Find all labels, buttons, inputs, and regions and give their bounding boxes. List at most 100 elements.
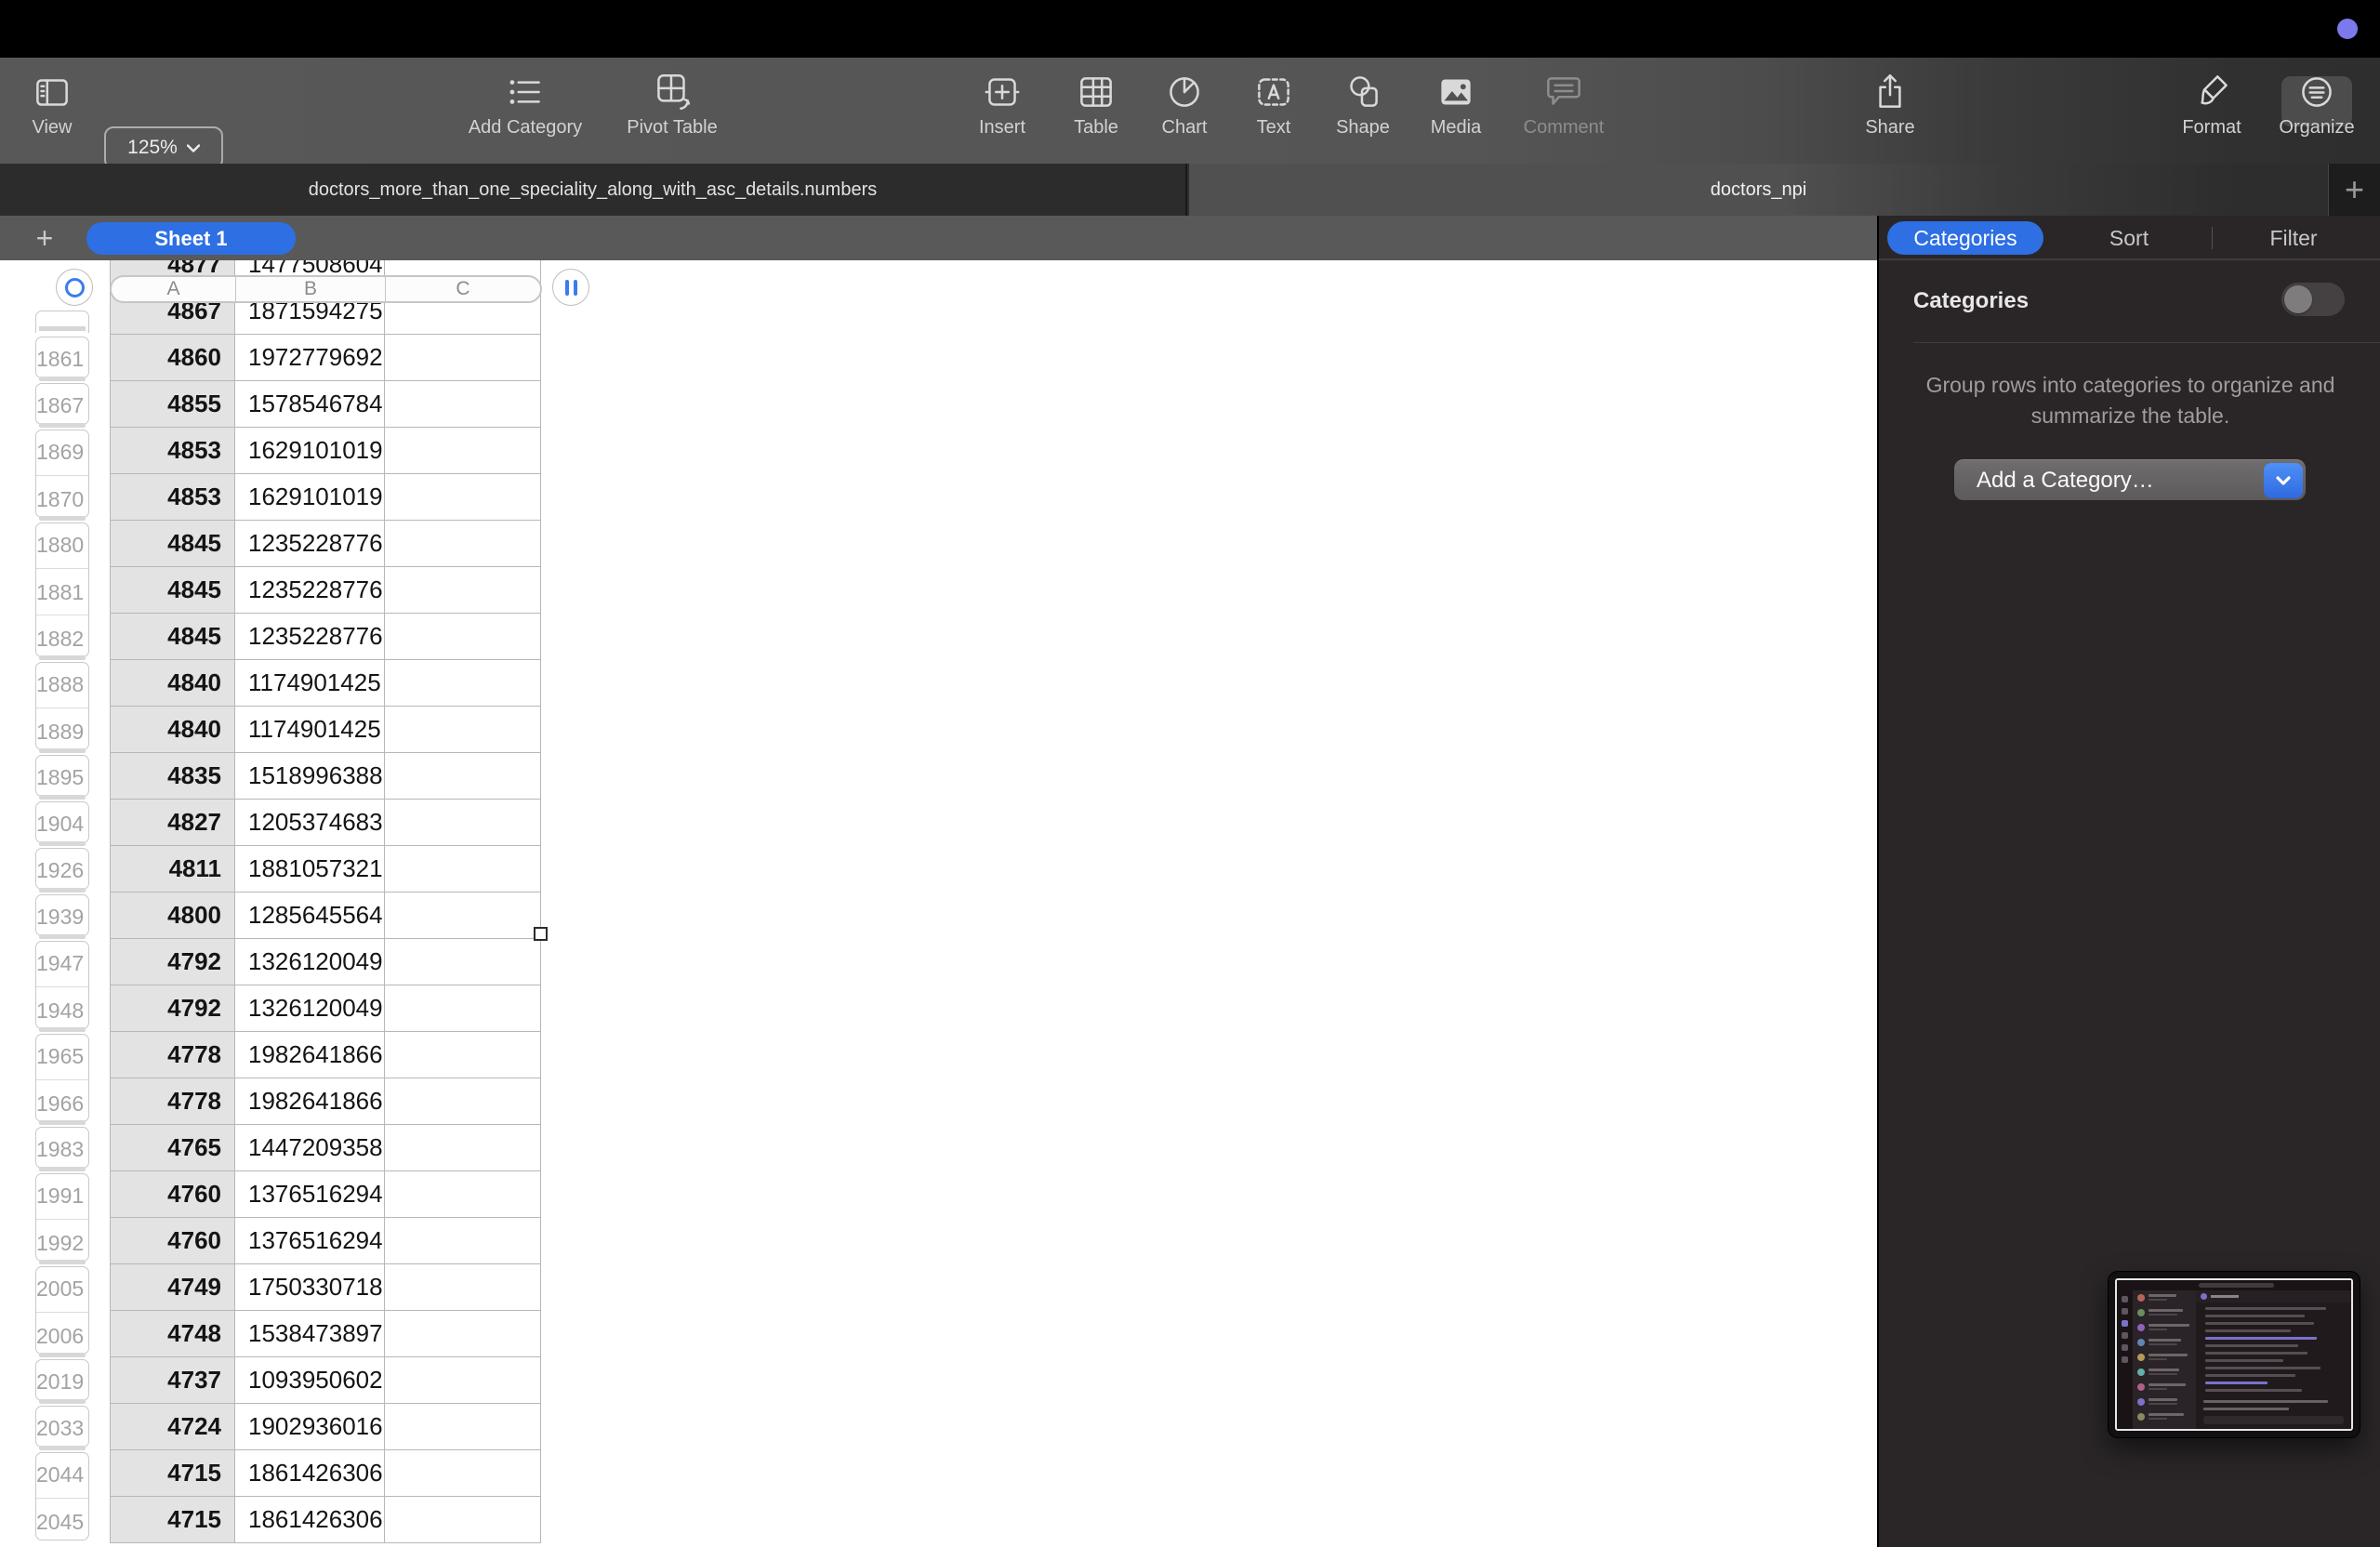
cell-c[interactable] xyxy=(385,1497,541,1543)
cell-b[interactable]: 1093950602 xyxy=(235,1357,385,1404)
cell-c[interactable] xyxy=(385,892,541,939)
cell-a[interactable]: 4748 xyxy=(110,1311,235,1357)
tab-doctors-npi[interactable]: doctors_npi xyxy=(1189,164,2328,216)
cell-a[interactable]: 4724 xyxy=(110,1404,235,1450)
cell-c[interactable] xyxy=(385,985,541,1032)
add-sheet-button[interactable]: + xyxy=(26,219,63,257)
share-button[interactable]: Share xyxy=(1816,69,1964,139)
table-select-handle[interactable] xyxy=(56,269,93,306)
cell-a[interactable]: 4840 xyxy=(110,707,235,753)
cell-a[interactable]: 4792 xyxy=(110,985,235,1032)
cell-a[interactable]: 4760 xyxy=(110,1171,235,1218)
row-number[interactable]: 1882 xyxy=(36,615,88,656)
cell-a[interactable]: 4845 xyxy=(110,521,235,567)
cell-c[interactable] xyxy=(385,1078,541,1125)
cell-a[interactable]: 4827 xyxy=(110,800,235,846)
cell-c[interactable] xyxy=(385,707,541,753)
cell-b[interactable]: 1285645564 xyxy=(235,892,385,939)
row-number[interactable]: 2006 xyxy=(36,1312,88,1354)
tab-sort[interactable]: Sort xyxy=(2055,221,2203,255)
row-number[interactable]: 1965 xyxy=(36,1035,88,1079)
cell-c[interactable] xyxy=(385,1357,541,1404)
pivot-table-button[interactable]: Pivot Table xyxy=(598,69,747,139)
row-number[interactable]: 1904 xyxy=(36,802,88,842)
cell-c[interactable] xyxy=(385,1032,541,1078)
categories-toggle[interactable] xyxy=(2281,283,2345,316)
table-resize-handle[interactable] xyxy=(534,927,548,941)
cell-b[interactable]: 1629101019 xyxy=(235,428,385,474)
cell-c[interactable] xyxy=(385,660,541,707)
cell-b[interactable]: 1326120049 xyxy=(235,939,385,985)
cell-c[interactable] xyxy=(385,1404,541,1450)
row-number[interactable]: 2044 xyxy=(36,1453,88,1498)
row-number[interactable]: 1870 xyxy=(36,475,88,517)
cell-b[interactable]: 1861426306 xyxy=(235,1497,385,1543)
cell-c[interactable] xyxy=(385,567,541,614)
cell-a[interactable]: 4715 xyxy=(110,1450,235,1497)
cell-b[interactable]: 1902936016 xyxy=(235,1404,385,1450)
cell-a[interactable]: 4778 xyxy=(110,1032,235,1078)
cell-b[interactable]: 1235228776 xyxy=(235,567,385,614)
add-category-dropdown[interactable]: Add a Category… xyxy=(1954,459,2306,500)
cell-a[interactable]: 4853 xyxy=(110,474,235,521)
cell-b[interactable]: 1982641866 xyxy=(235,1078,385,1125)
cell-a[interactable]: 4853 xyxy=(110,428,235,474)
cell-c[interactable] xyxy=(385,1218,541,1264)
cell-a[interactable]: 4840 xyxy=(110,660,235,707)
row-number[interactable]: 1881 xyxy=(36,568,88,615)
row-number[interactable]: 1991 xyxy=(36,1174,88,1219)
cell-a[interactable]: 4737 xyxy=(110,1357,235,1404)
cell-a[interactable]: 4860 xyxy=(110,335,235,381)
row-number[interactable]: 1966 xyxy=(36,1079,88,1121)
row-number[interactable]: 2019 xyxy=(36,1360,88,1400)
cell-a[interactable]: 4835 xyxy=(110,753,235,800)
cell-c[interactable] xyxy=(385,753,541,800)
row-number[interactable]: 1948 xyxy=(36,986,88,1028)
column-header-B[interactable]: B xyxy=(236,277,386,301)
cell-c[interactable] xyxy=(385,614,541,660)
row-number[interactable]: 1947 xyxy=(36,942,88,986)
cell-c[interactable] xyxy=(385,939,541,985)
row-number[interactable]: 1888 xyxy=(36,663,88,707)
cell-b[interactable]: 1326120049 xyxy=(235,985,385,1032)
row-number[interactable]: 1992 xyxy=(36,1219,88,1261)
cell-c[interactable] xyxy=(385,474,541,521)
organize-button[interactable]: Organize xyxy=(2242,69,2380,139)
cell-c[interactable] xyxy=(385,381,541,428)
tab-categories[interactable]: Categories xyxy=(1887,221,2043,255)
new-tab-button[interactable]: + xyxy=(2328,164,2380,216)
row-number[interactable]: 1880 xyxy=(36,523,88,568)
cell-c[interactable] xyxy=(385,335,541,381)
row-number[interactable]: 1895 xyxy=(36,756,88,796)
row-number[interactable]: 1869 xyxy=(36,430,88,475)
window-preview-thumbnail[interactable] xyxy=(2109,1272,2360,1437)
cell-a[interactable]: 4845 xyxy=(110,567,235,614)
cell-b[interactable]: 1235228776 xyxy=(235,614,385,660)
cell-b[interactable]: 1578546784 xyxy=(235,381,385,428)
cell-a[interactable]: 4760 xyxy=(110,1218,235,1264)
cell-b[interactable]: 1982641866 xyxy=(235,1032,385,1078)
cell-b[interactable]: 1376516294 xyxy=(235,1218,385,1264)
cell-a[interactable]: 4811 xyxy=(110,846,235,892)
tab-doctors-more-than-one-speciality[interactable]: doctors_more_than_one_speciality_along_w… xyxy=(0,164,1187,216)
cell-a[interactable]: 4855 xyxy=(110,381,235,428)
cell-c[interactable] xyxy=(385,1450,541,1497)
row-number[interactable]: 1939 xyxy=(36,895,88,935)
sheet-tab-sheet1[interactable]: Sheet 1 xyxy=(86,222,296,255)
column-header-bar[interactable]: ABC xyxy=(110,275,542,303)
cell-c[interactable] xyxy=(385,1125,541,1171)
cell-b[interactable]: 1205374683 xyxy=(235,800,385,846)
cell-b[interactable]: 1518996388 xyxy=(235,753,385,800)
cell-c[interactable] xyxy=(385,521,541,567)
row-number[interactable]: 1889 xyxy=(36,707,88,749)
cell-b[interactable]: 1447209358 xyxy=(235,1125,385,1171)
column-header-C[interactable]: C xyxy=(386,277,540,301)
spreadsheet-canvas[interactable]: 4877 1477508604 4867 1871594275 4860 1972779… xyxy=(0,260,1877,1547)
cell-b[interactable]: 1174901425 xyxy=(235,660,385,707)
dropdown-chevron-button[interactable] xyxy=(2264,462,2303,498)
cell-b[interactable]: 1972779692 xyxy=(235,335,385,381)
cell-b[interactable]: 1235228776 xyxy=(235,521,385,567)
cell-a[interactable]: 4749 xyxy=(110,1264,235,1311)
cell-a[interactable]: 4792 xyxy=(110,939,235,985)
column-header-A[interactable]: A xyxy=(112,277,236,301)
